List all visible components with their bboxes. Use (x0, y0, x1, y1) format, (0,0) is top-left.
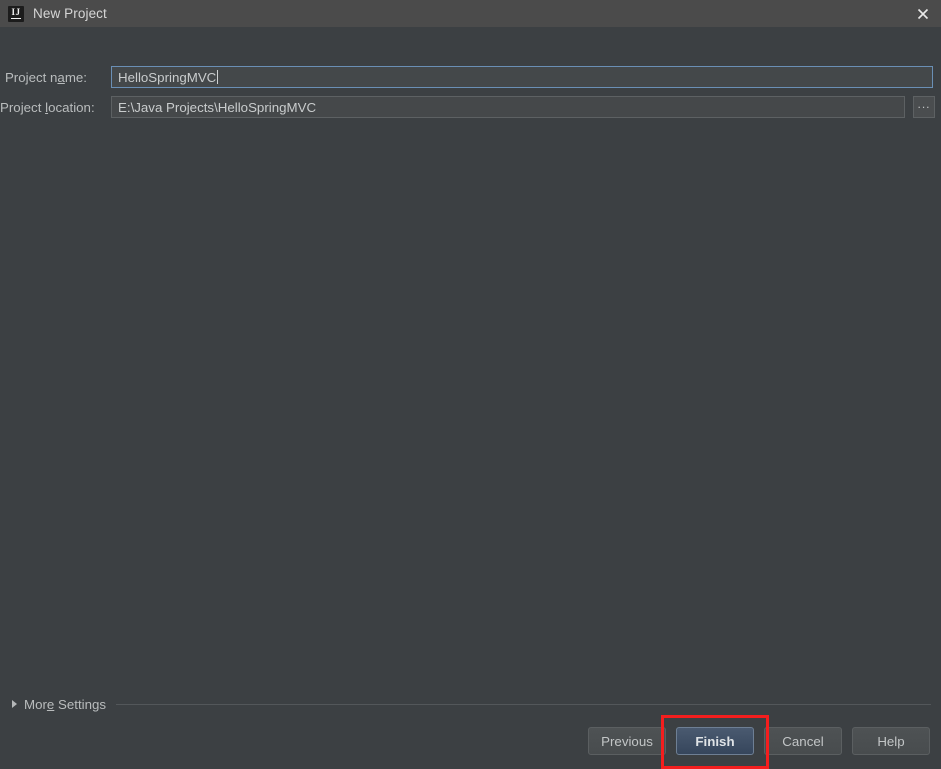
window-title: New Project (33, 6, 107, 21)
section-separator (116, 703, 931, 705)
mnemonic-letter: a (57, 69, 65, 85)
more-settings-label[interactable]: More Settings (24, 697, 106, 712)
browse-folder-button[interactable]: ... (913, 96, 935, 118)
cancel-button[interactable]: Cancel (764, 727, 842, 755)
finish-button-wrapper: Finish (661, 715, 769, 769)
project-location-row: Project location: E:\Java Projects\Hello… (0, 96, 941, 118)
close-button[interactable] (905, 0, 941, 27)
project-location-value: E:\Java Projects\HelloSpringMVC (118, 99, 317, 115)
close-icon (917, 8, 929, 19)
help-button[interactable]: Help (852, 727, 930, 755)
project-name-label: Project name: (4, 69, 87, 85)
ellipsis-browse-icon: ... (917, 97, 931, 111)
project-location-label: Project location: (0, 99, 95, 115)
project-name-row: Project name: HelloSpringMVC (0, 66, 941, 88)
more-settings-section[interactable]: More Settings (0, 694, 941, 714)
finish-button[interactable]: Finish (676, 727, 754, 755)
triangle-right-icon[interactable] (12, 700, 17, 708)
dialog-content: Project name: HelloSpringMVC Project loc… (0, 27, 941, 769)
text-caret (217, 70, 219, 84)
project-name-input[interactable]: HelloSpringMVC (111, 66, 933, 88)
dialog-button-bar: Previous Finish Cancel Help (588, 715, 930, 769)
project-name-value: HelloSpringMVC (118, 69, 217, 85)
intellij-idea-icon: IJ (8, 5, 24, 22)
new-project-dialog: IJ New Project Project name: HelloSpring… (0, 0, 941, 769)
project-location-input[interactable]: E:\Java Projects\HelloSpringMVC (111, 96, 905, 118)
title-bar: IJ New Project (0, 0, 941, 27)
previous-button[interactable]: Previous (588, 727, 666, 755)
app-icon-text: IJ (11, 7, 21, 17)
